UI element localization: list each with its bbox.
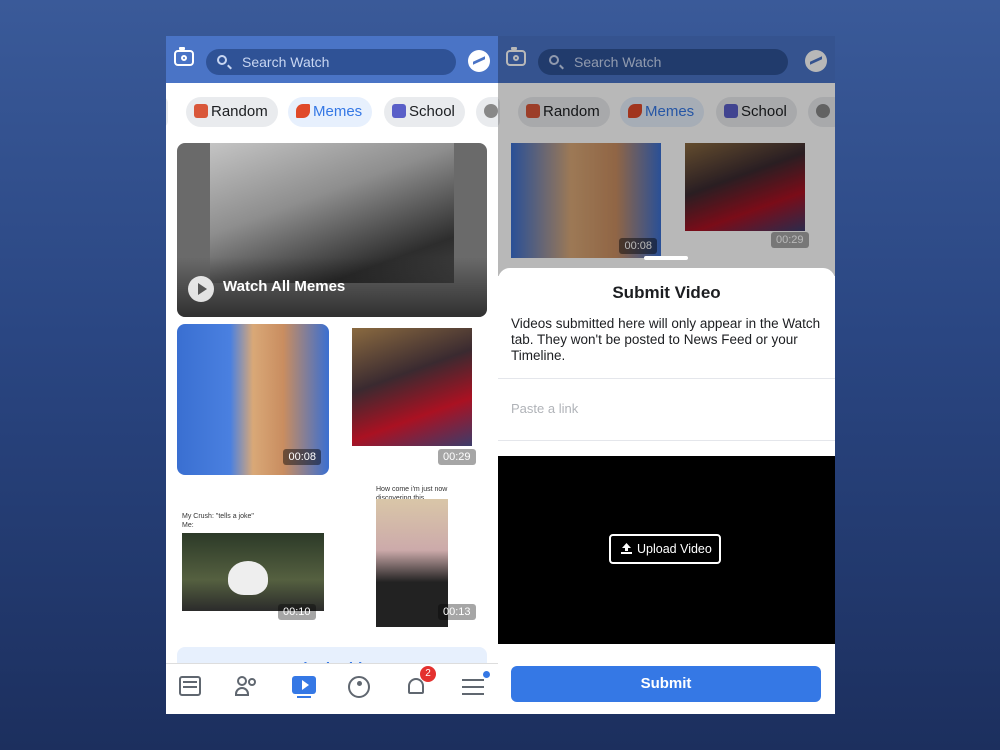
notifications-bell-icon[interactable]: 2 [406, 666, 436, 698]
upload-icon [621, 543, 632, 554]
menu-dot [483, 671, 490, 678]
seagull-image [228, 561, 268, 595]
search-bar[interactable]: Search Watch [206, 49, 456, 75]
sheet-title: Submit Video [612, 283, 721, 302]
upload-video-button[interactable]: Upload Video [609, 534, 721, 564]
play-icon [188, 276, 214, 302]
chip-memes[interactable]: Memes [288, 97, 373, 127]
camera-icon[interactable] [174, 47, 194, 66]
chip-label: School [409, 103, 455, 120]
watch-icon[interactable] [292, 676, 316, 698]
modal-backdrop[interactable] [498, 36, 835, 276]
submit-video-sheet: Submit Video Videos submitted here will … [498, 268, 835, 714]
video-duration: 00:29 [438, 449, 476, 465]
chip-icon [484, 104, 498, 118]
bottom-nav: 2 [166, 663, 498, 714]
watch-screen: Search Watch Random Memes School Watch A… [166, 36, 498, 714]
video-caption: My Crush: "tells a joke" Me: [182, 513, 254, 529]
video-upload-area[interactable]: Upload Video [498, 456, 835, 644]
chip-label: Random [211, 103, 268, 120]
hero-label: Watch All Memes [223, 278, 346, 295]
chip-random[interactable]: Random [186, 97, 278, 127]
notification-badge: 2 [420, 666, 436, 682]
video-duration: 00:13 [438, 604, 476, 620]
chip-school[interactable]: School [384, 97, 465, 127]
watch-all-memes-card[interactable]: Watch All Memes [177, 143, 487, 317]
sheet-description: Videos submitted here will only appear i… [511, 316, 821, 363]
news-feed-icon[interactable] [179, 676, 203, 698]
divider [498, 378, 835, 379]
dice-icon [194, 104, 208, 118]
paste-link-input[interactable] [511, 393, 822, 423]
pepper-icon [296, 104, 310, 118]
top-bar: Search Watch [166, 36, 498, 83]
chip-next[interactable] [476, 97, 498, 127]
divider [498, 440, 835, 441]
search-icon [217, 55, 227, 65]
groups-icon[interactable] [348, 676, 372, 698]
video-thumbnail[interactable] [352, 328, 472, 446]
chip-partial[interactable] [166, 97, 168, 127]
submit-video-screen: Search Watch Random Memes School 00:08 0… [498, 36, 835, 714]
category-chips: Random Memes School [166, 95, 498, 129]
search-placeholder: Search Watch [242, 54, 330, 70]
book-icon [392, 104, 406, 118]
menu-icon[interactable] [462, 671, 490, 698]
video-thumbnail[interactable] [182, 533, 324, 611]
chip-label: Memes [313, 103, 363, 120]
messenger-icon[interactable] [468, 50, 490, 72]
friends-icon[interactable] [235, 676, 259, 698]
upload-video-label: Upload Video [637, 542, 712, 556]
video-thumbnail[interactable]: 00:08 [177, 324, 329, 475]
video-duration: 00:08 [283, 449, 321, 465]
submit-button[interactable]: Submit [511, 666, 821, 702]
video-duration: 00:10 [278, 604, 316, 620]
sheet-drag-handle[interactable] [644, 256, 688, 260]
